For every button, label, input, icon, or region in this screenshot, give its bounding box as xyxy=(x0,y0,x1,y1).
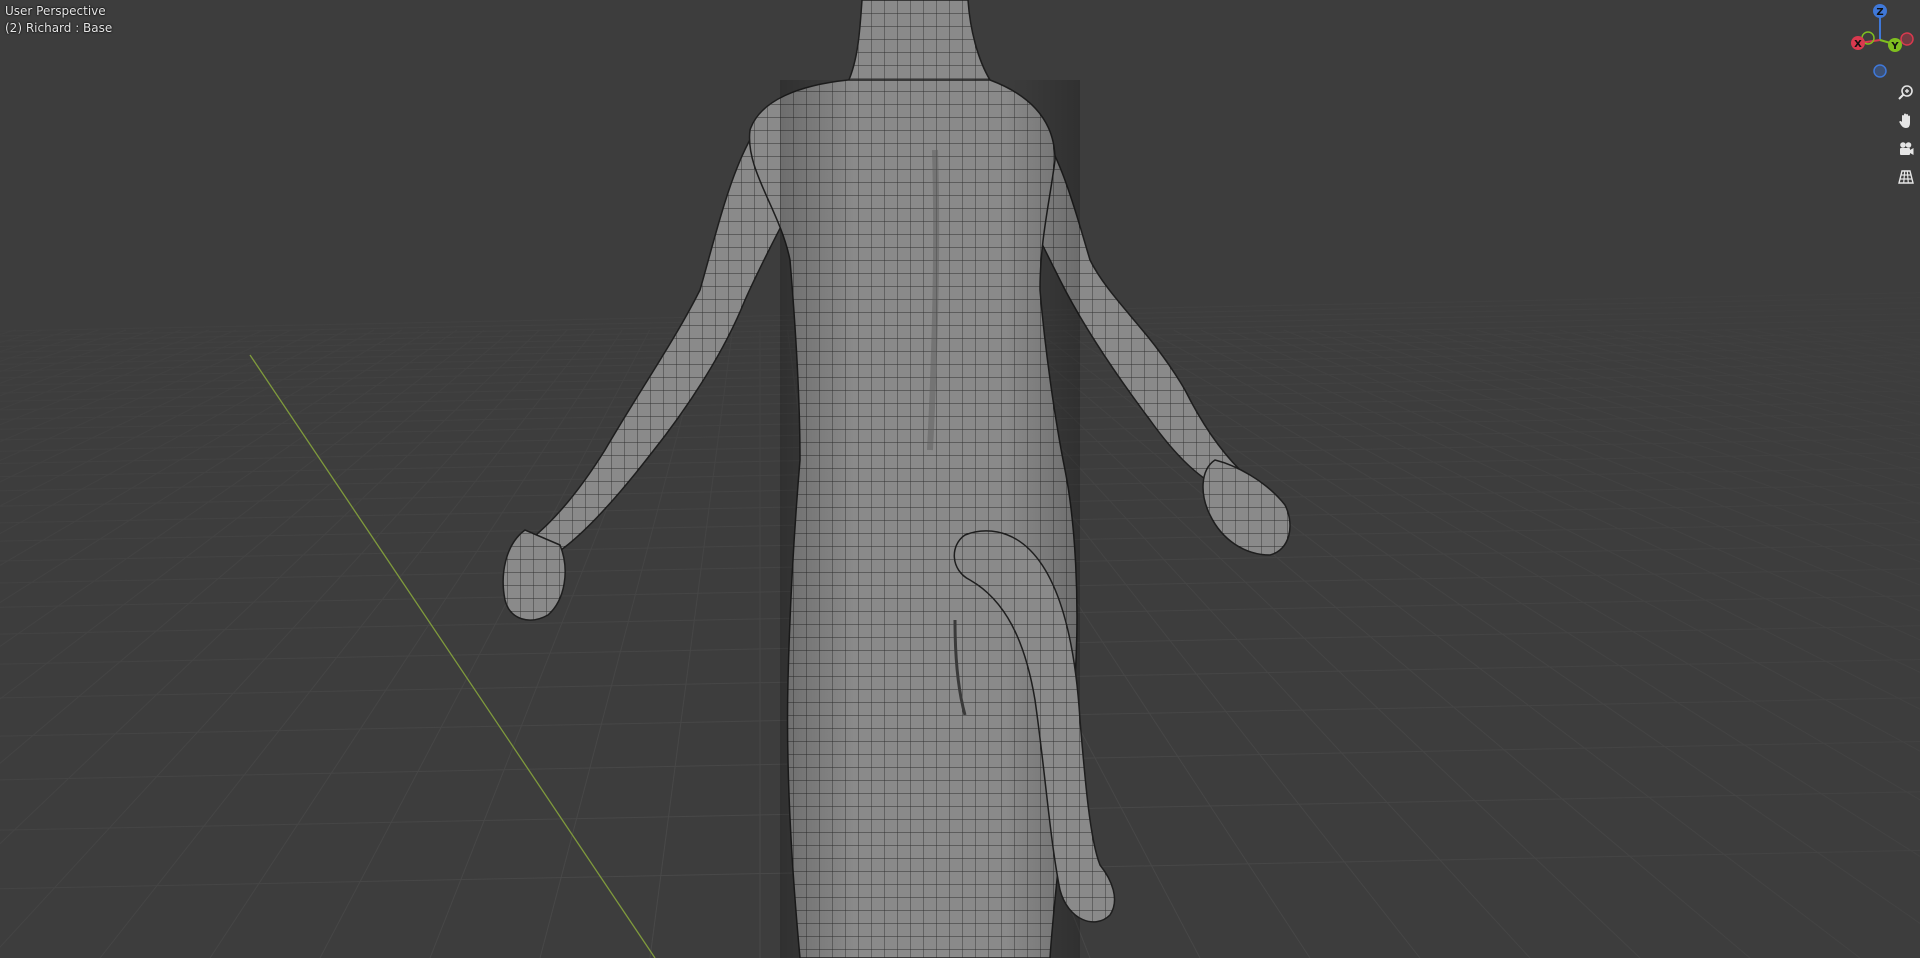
neg-z-axis-handle[interactable] xyxy=(1873,64,1887,78)
navigation-gizmo[interactable]: Z X Y xyxy=(1838,0,1920,82)
camera-icon xyxy=(1900,142,1914,155)
camera-view-button[interactable] xyxy=(1894,137,1918,161)
z-axis-label: Z xyxy=(1876,7,1883,18)
torso-shading xyxy=(780,80,1080,958)
3d-viewport[interactable]: User Perspective (2) Richard : Base Z X … xyxy=(0,0,1920,958)
orthographic-toggle-button[interactable] xyxy=(1894,165,1918,189)
y-axis-label: Y xyxy=(1890,41,1899,52)
pan-button[interactable] xyxy=(1894,109,1918,133)
magnifier-plus-icon xyxy=(1898,85,1913,100)
neck xyxy=(846,0,992,83)
zoom-button[interactable] xyxy=(1894,81,1918,105)
active-object-label: (2) Richard : Base xyxy=(5,21,113,35)
neg-x-axis-handle[interactable] xyxy=(1900,32,1914,46)
grid-perspective-icon xyxy=(1898,170,1914,184)
scene-canvas[interactable] xyxy=(0,0,1920,958)
hand-icon xyxy=(1899,113,1910,128)
x-axis-label: X xyxy=(1854,39,1862,50)
view-name-label: User Perspective xyxy=(5,4,106,18)
left-hand xyxy=(502,529,566,621)
